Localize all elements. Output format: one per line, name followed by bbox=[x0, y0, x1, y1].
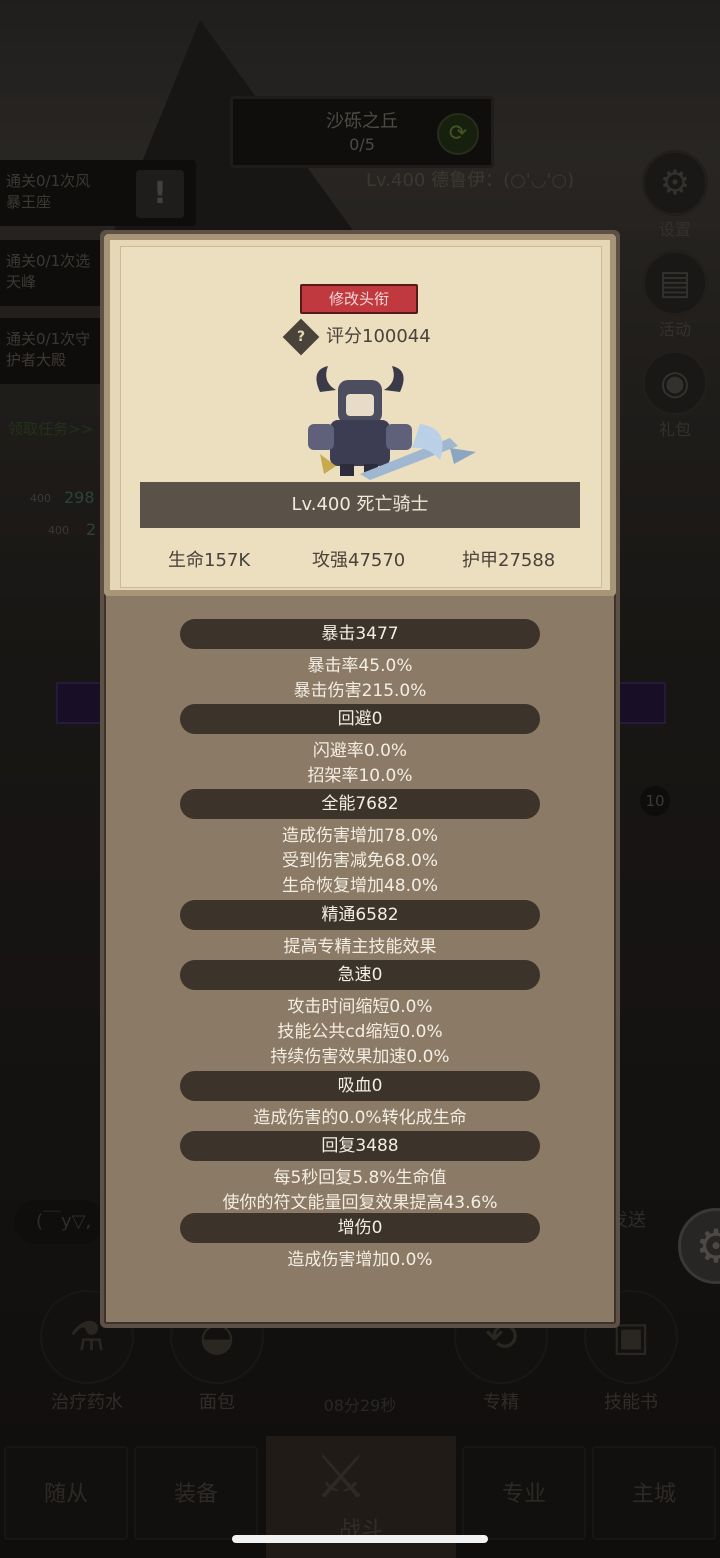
stat-line: 生命恢复增加48.0% bbox=[281, 876, 438, 896]
stat-header-mastery: 精通6582 bbox=[180, 900, 540, 930]
stat-header-haste: 急速0 bbox=[180, 960, 540, 990]
stat-header-damage-bonus: 增伤0 bbox=[180, 1213, 540, 1243]
stat-header-regen: 回复3488 bbox=[180, 1131, 540, 1161]
stat-header-lifesteal: 吸血0 bbox=[180, 1071, 540, 1101]
stat-header-avoidance: 回避0 bbox=[180, 704, 540, 734]
stat-line: 暴击伤害215.0% bbox=[293, 681, 427, 701]
stat-line: 造成伤害增加0.0% bbox=[287, 1250, 433, 1270]
stat-header-versatility: 全能7682 bbox=[180, 789, 540, 819]
stat-line: 招架率10.0% bbox=[307, 766, 413, 786]
score-value: 评分100044 bbox=[326, 326, 431, 347]
stat-line: 使你的符文能量回复效果提高43.6% bbox=[222, 1193, 498, 1213]
stat-line: 持续伤害效果加速0.0% bbox=[270, 1047, 450, 1067]
stat-header-crit: 暴击3477 bbox=[180, 619, 540, 649]
stat-line: 造成伤害的0.0%转化成生命 bbox=[253, 1108, 467, 1128]
edit-title-button[interactable]: 修改头衔 bbox=[300, 284, 418, 314]
stat-line: 提高专精主技能效果 bbox=[283, 937, 437, 957]
hp-stat: 生命157K bbox=[168, 550, 251, 571]
death-knight-avatar bbox=[308, 366, 476, 480]
hero-name-banner: Lv.400 死亡骑士 bbox=[140, 482, 580, 528]
stat-line: 受到伤害减免68.0% bbox=[281, 851, 438, 871]
stat-line: 闪避率0.0% bbox=[312, 741, 408, 761]
home-indicator[interactable] bbox=[232, 1535, 488, 1543]
stat-line: 暴击率45.0% bbox=[307, 656, 413, 676]
help-icon[interactable]: ? bbox=[282, 318, 320, 356]
score-row: ? 评分100044 bbox=[282, 318, 431, 356]
stat-line: 攻击时间缩短0.0% bbox=[287, 997, 433, 1017]
attack-stat: 攻强47570 bbox=[312, 550, 406, 571]
stat-line: 造成伤害增加78.0% bbox=[281, 826, 438, 846]
stat-line: 每5秒回复5.8%生命值 bbox=[273, 1168, 447, 1188]
armor-stat: 护甲27588 bbox=[462, 550, 556, 571]
stat-line: 技能公共cd缩短0.0% bbox=[277, 1022, 443, 1042]
